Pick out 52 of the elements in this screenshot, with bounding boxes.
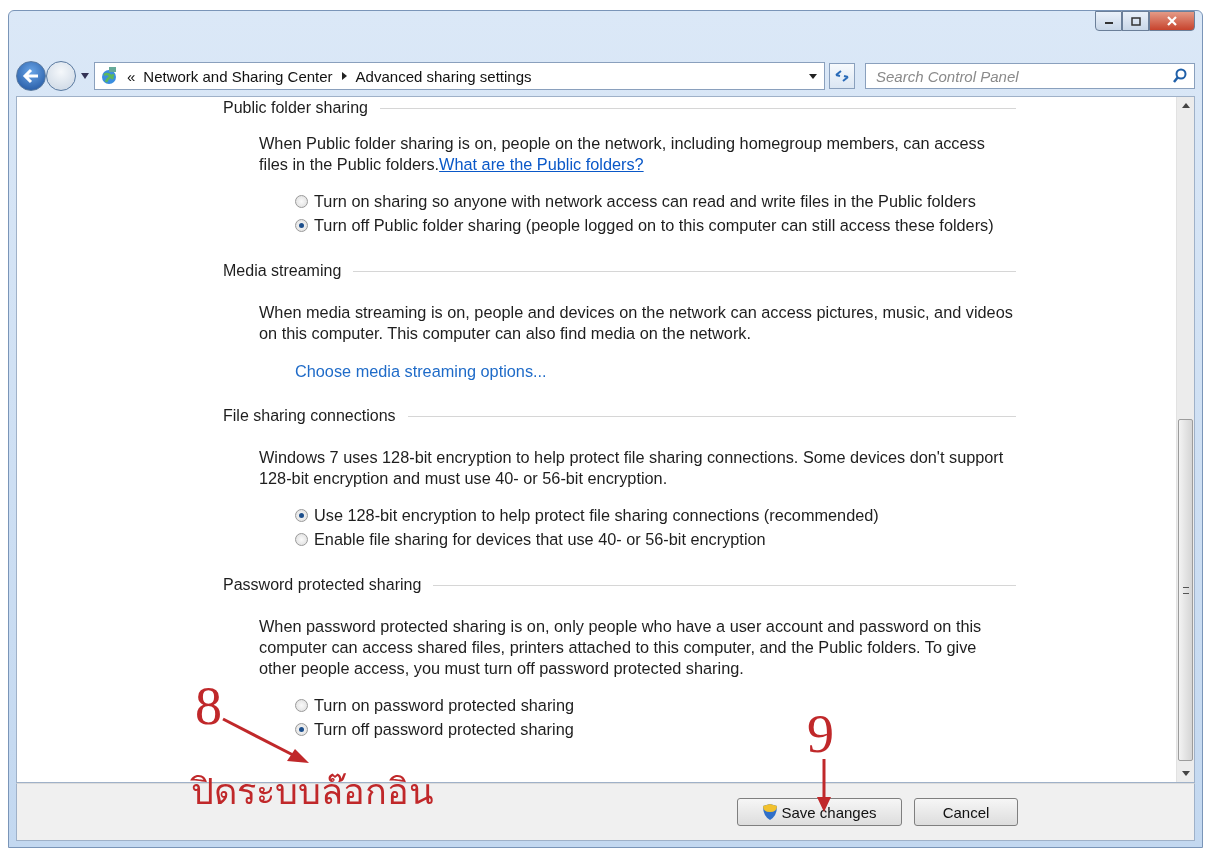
- minimize-button[interactable]: [1095, 11, 1122, 31]
- radio-button[interactable]: [295, 723, 308, 736]
- description-text: Windows 7 uses 128-bit encryption to help protect file sharing connections. Some devices don't support 128-bit encryption and must use 40- or 56-bit encryption.: [259, 447, 1005, 489]
- radio-button[interactable]: [295, 509, 308, 522]
- scroll-down-icon[interactable]: [1181, 771, 1190, 776]
- scrollbar[interactable]: [1176, 97, 1194, 782]
- search-icon: [1172, 68, 1188, 84]
- refresh-button[interactable]: [829, 63, 855, 89]
- help-link[interactable]: What are the Public folders?: [439, 155, 644, 173]
- search-input[interactable]: Search Control Panel: [874, 66, 1172, 86]
- option-label: Turn on password protected sharing: [314, 695, 575, 716]
- breadcrumb-arrow-icon[interactable]: [340, 71, 348, 81]
- step-number: 8: [195, 679, 222, 733]
- radio-button[interactable]: [295, 699, 308, 712]
- option-label: Use 128-bit encryption to help protect file sharing connections (recommended): [314, 505, 879, 526]
- option-label: Turn on sharing so anyone with network access can read and write files in the Public folders: [314, 191, 976, 212]
- shield-icon: [762, 803, 779, 821]
- breadcrumb[interactable]: Network and Sharing Center: [143, 67, 333, 85]
- option-label: Enable file sharing for devices that use 40- or 56-bit encryption: [314, 529, 766, 550]
- annotation-text: ปิดระบบล๊อกอิน: [191, 774, 434, 810]
- step-number: 9: [807, 707, 834, 761]
- radio-button[interactable]: [295, 195, 308, 208]
- scroll-up-icon[interactable]: [1181, 103, 1190, 108]
- overflow-chevron[interactable]: «: [127, 67, 136, 85]
- scroll-thumb[interactable]: [1178, 419, 1193, 761]
- cancel-button[interactable]: Cancel: [914, 798, 1018, 826]
- maximize-button[interactable]: [1122, 11, 1149, 31]
- option-label: Turn off Public folder sharing (people logged on to this computer can still access these folders): [314, 215, 994, 236]
- close-button[interactable]: [1149, 11, 1195, 31]
- address-bar[interactable]: « Network and Sharing Center Advanced sharing settings: [94, 62, 825, 90]
- breadcrumb[interactable]: Advanced sharing settings: [355, 67, 532, 85]
- radio-button[interactable]: [295, 533, 308, 546]
- section-title: Media streaming: [223, 262, 342, 280]
- dropdown-caret-icon[interactable]: [808, 72, 818, 80]
- network-globe-icon: [99, 66, 119, 86]
- refresh-icon: [834, 69, 850, 83]
- options-link[interactable]: Choose media streaming options...: [295, 362, 1016, 381]
- search-field[interactable]: Search Control Panel: [865, 63, 1195, 89]
- save-button[interactable]: Save changes: [737, 798, 902, 826]
- back-button[interactable]: [16, 61, 46, 91]
- section-title: File sharing connections: [223, 407, 396, 425]
- section-title: Public folder sharing: [223, 99, 368, 117]
- description-text: When password protected sharing is on, only people who have a user account and password on this computer can access shared files, printers attached to this computer, and the Public folders. To give other people access, you must turn off password protected sharing.: [259, 616, 983, 679]
- maximize-icon: [1130, 16, 1141, 26]
- history-dropdown-icon[interactable]: [80, 72, 90, 80]
- close-icon: [1166, 16, 1178, 26]
- section-title: Password protected sharing: [223, 576, 422, 594]
- option-label: Turn off password protected sharing: [314, 719, 574, 740]
- description-text: When media streaming is on, people and devices on the network can access pictures, music, and videos on this computer. This computer can also find media on the network.: [259, 302, 1014, 344]
- description-text: When Public folder sharing is on, people on the network, including homegroup members, can access files in the Public folders.What are the Public folders?: [259, 133, 986, 175]
- back-arrow-icon: [22, 68, 40, 84]
- radio-button[interactable]: [295, 219, 308, 232]
